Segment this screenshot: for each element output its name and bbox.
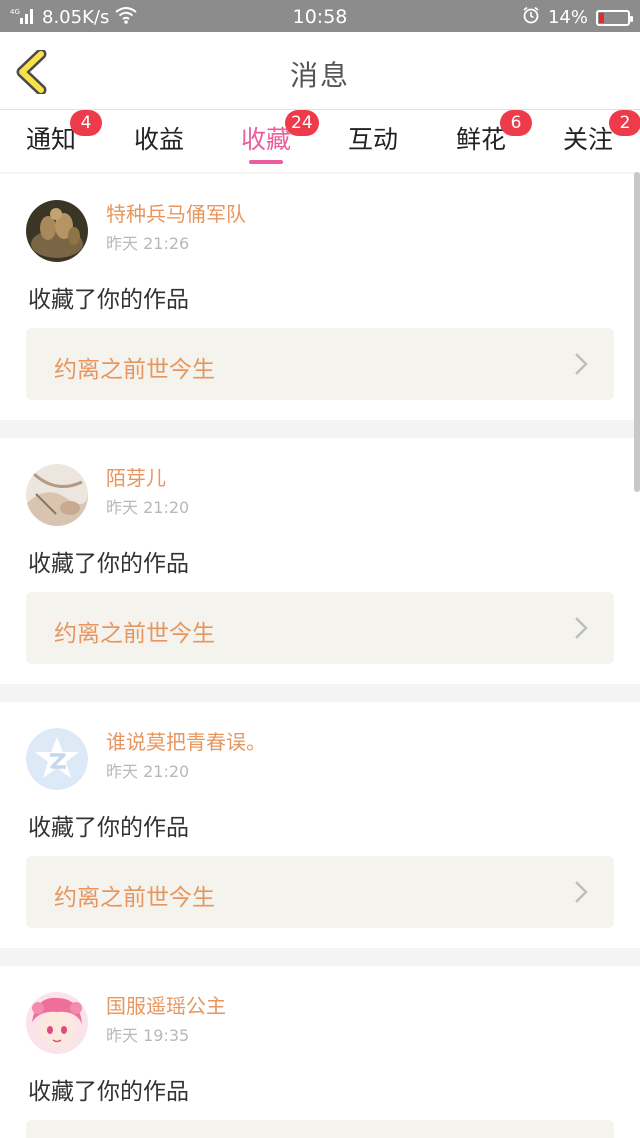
work-link[interactable] (26, 1120, 614, 1138)
scrollbar[interactable] (634, 172, 640, 492)
tab-interactions[interactable]: 互动 (348, 120, 398, 156)
tab-label: 鲜花 (456, 125, 507, 154)
action-text: 收藏了你的作品 (28, 815, 189, 841)
timestamp: 昨天 19:35 (106, 1026, 190, 1045)
tab-label: 收益 (134, 125, 185, 154)
active-tab-indicator (249, 160, 284, 164)
nav-bar: 消息 (0, 32, 640, 110)
chevron-right-icon (575, 353, 588, 375)
user-name[interactable]: 谁说莫把青春误。 (106, 726, 266, 755)
timestamp: 昨天 21:26 (106, 234, 190, 253)
unread-badge: 2 (609, 110, 640, 136)
tab-label: 通知 (26, 125, 77, 154)
avatar[interactable] (26, 464, 88, 526)
work-title: 约离之前世今生 (54, 357, 215, 383)
timestamp: 昨天 21:20 (106, 762, 190, 781)
tab-label: 互动 (348, 125, 399, 154)
unread-badge: 6 (500, 110, 532, 136)
avatar[interactable] (26, 728, 88, 790)
battery-percent: 14% (547, 7, 588, 28)
work-title: 约离之前世今生 (54, 885, 215, 911)
user-name[interactable]: 特种兵马俑军队 (106, 198, 246, 227)
action-text: 收藏了你的作品 (28, 1079, 189, 1105)
status-bar: 4G 8.05K/s 10:58 14% (0, 0, 640, 32)
tab-notifications[interactable]: 通知 4 (26, 110, 102, 156)
avatar[interactable] (26, 992, 88, 1054)
tab-bar: 通知 4 收益 收藏 24 互动 鲜花 6 关注 2 (0, 110, 640, 172)
battery-icon (596, 9, 633, 26)
tab-follows[interactable]: 关注 2 (563, 110, 640, 156)
alarm-icon (522, 6, 540, 29)
tab-earnings[interactable]: 收益 (134, 120, 184, 156)
work-link[interactable]: 约离之前世今生 (26, 856, 614, 928)
user-name[interactable]: 国服遥瑶公主 (106, 990, 226, 1019)
user-name[interactable]: 陌芽儿 (106, 462, 166, 491)
work-link[interactable]: 约离之前世今生 (26, 328, 614, 400)
tab-flowers[interactable]: 鲜花 6 (456, 110, 532, 156)
page-title: 消息 (289, 59, 350, 92)
unread-badge: 24 (285, 110, 319, 136)
list-item[interactable]: 国服遥瑶公主 昨天 19:35 收藏了你的作品 (0, 966, 640, 1138)
unread-badge: 4 (70, 110, 102, 136)
tab-label: 收藏 (241, 125, 292, 154)
work-link[interactable]: 约离之前世今生 (26, 592, 614, 664)
avatar[interactable] (26, 200, 88, 262)
chevron-right-icon (575, 617, 588, 639)
list-item[interactable]: 陌芽儿 昨天 21:20 收藏了你的作品 约离之前世今生 (0, 438, 640, 684)
tab-label: 关注 (563, 125, 614, 154)
action-text: 收藏了你的作品 (28, 287, 189, 313)
timestamp: 昨天 21:20 (106, 498, 190, 517)
list-item[interactable]: 谁说莫把青春误。 昨天 21:20 收藏了你的作品 约离之前世今生 (0, 702, 640, 948)
action-text: 收藏了你的作品 (28, 551, 189, 577)
chevron-right-icon (575, 881, 588, 903)
tab-favorites[interactable]: 收藏 24 (241, 110, 319, 164)
list-item[interactable]: 特种兵马俑军队 昨天 21:26 收藏了你的作品 约离之前世今生 (0, 174, 640, 420)
work-title: 约离之前世今生 (54, 621, 215, 647)
